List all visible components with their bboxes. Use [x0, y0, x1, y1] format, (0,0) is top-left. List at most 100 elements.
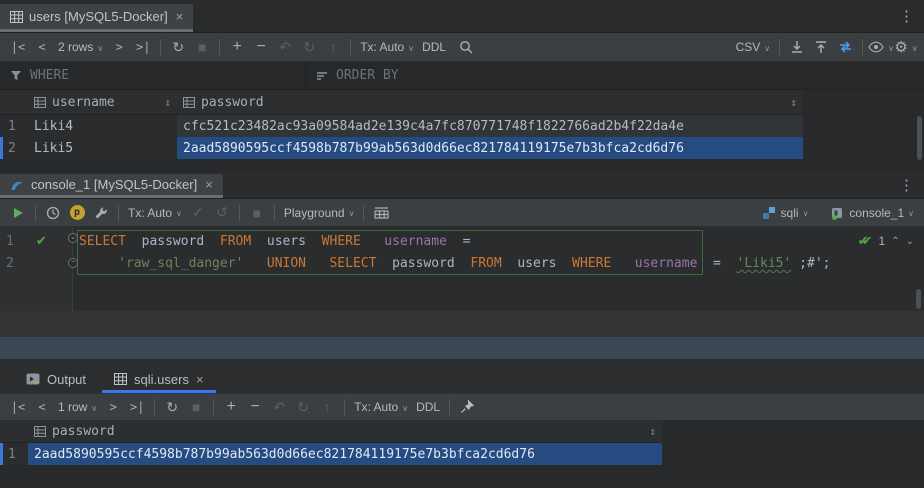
prev-page-button[interactable]: < [30, 36, 54, 58]
grid-filter-row: WHERE ORDER BY [0, 62, 924, 90]
submit-icon: ↑ [315, 396, 339, 418]
schema-selector-dropdown[interactable]: sqli [758, 206, 813, 220]
cell-username[interactable]: Liki4 [28, 115, 177, 137]
in-editor-results-icon[interactable] [369, 202, 393, 224]
output-icon [26, 372, 40, 386]
column-header-password[interactable]: password ↕ [28, 421, 662, 442]
fold-marker-icon[interactable]: ⌄ [68, 233, 78, 243]
tab-users-table[interactable]: users [MySQL5-Docker] × [0, 4, 193, 32]
kebab-menu-icon[interactable]: ⋮ [889, 7, 924, 25]
commit-icon: ✓ [186, 202, 210, 224]
next-problem-icon[interactable]: ⌄ [906, 236, 914, 247]
sort-toggle-icon[interactable]: ↕ [164, 96, 171, 109]
sql-column-ref: username [384, 234, 447, 249]
export-format-dropdown[interactable]: CSV [732, 40, 775, 54]
sql-space [619, 256, 627, 271]
delete-row-button[interactable]: − [249, 36, 273, 58]
close-icon[interactable]: × [196, 372, 204, 387]
prev-problem-icon[interactable]: ⌃ [891, 236, 899, 247]
pin-tab-icon[interactable] [455, 396, 479, 418]
sort-toggle-icon[interactable]: ↕ [790, 96, 797, 109]
inspection-widget[interactable]: ✔✔ 1 ⌃ ⌄ [858, 233, 914, 249]
where-filter-input[interactable]: WHERE [0, 62, 306, 89]
search-icon[interactable] [454, 36, 478, 58]
cell-password-selected[interactable]: 2aad5890595ccf4598b787b99ab563d0d66ec821… [177, 137, 803, 159]
parameters-icon[interactable]: p [65, 202, 89, 224]
export-download-icon[interactable] [785, 36, 809, 58]
tab-console[interactable]: console_1 [MySQL5-Docker] × [0, 174, 223, 198]
page-size-dropdown[interactable]: 1 row [54, 400, 101, 414]
playground-mode-dropdown[interactable]: Playground [280, 206, 359, 220]
history-clock-icon[interactable] [41, 202, 65, 224]
stop-icon: ■ [190, 36, 214, 58]
sql-trailing: ;#'; [799, 256, 830, 271]
first-page-button[interactable]: |< [6, 36, 30, 58]
ddl-button[interactable]: DDL [412, 400, 444, 414]
delete-row-button[interactable]: − [243, 396, 267, 418]
last-page-button[interactable]: >| [125, 396, 149, 418]
grid-header: password ↕ [0, 421, 662, 443]
inspections-ok-icon: ✔✔ [858, 233, 873, 249]
sql-keyword: SELECT [79, 234, 126, 249]
table-grid-icon [114, 373, 127, 385]
vertical-scrollbar[interactable] [917, 116, 922, 160]
first-page-button[interactable]: |< [6, 396, 30, 418]
import-upload-icon[interactable] [809, 36, 833, 58]
close-icon[interactable]: × [205, 177, 213, 192]
header-gutter [0, 90, 28, 114]
code-line-2[interactable]: 'raw_sql_danger' UNION SELECT password F… [79, 253, 830, 275]
sql-space [251, 256, 259, 271]
table-row[interactable]: 1 Liki4 cfc521c23482ac93a09584ad2e139c4a… [0, 115, 924, 137]
editor-scrollbar[interactable] [916, 289, 921, 309]
column-header-username[interactable]: username ↕ [28, 90, 177, 114]
kebab-menu-icon[interactable]: ⋮ [889, 176, 924, 194]
tx-mode-dropdown[interactable]: Tx: Auto [350, 400, 412, 414]
column-header-password[interactable]: password ↕ [177, 90, 803, 114]
tab-output[interactable]: Output [14, 365, 98, 393]
table-row[interactable]: 2 Liki5 2aad5890595ccf4598b787b99ab563d0… [0, 137, 924, 159]
cell-username[interactable]: Liki5 [28, 137, 177, 159]
session-selector-dropdown[interactable]: console_1 [826, 206, 918, 220]
cell-password-selected[interactable]: 2aad5890595ccf4598b787b99ab563d0d66ec821… [28, 443, 662, 465]
add-row-button[interactable]: + [219, 396, 243, 418]
column-icon [34, 97, 46, 108]
next-page-button[interactable]: > [107, 36, 131, 58]
fold-marker-icon[interactable]: − [68, 258, 78, 268]
sql-identifier: password [384, 256, 462, 271]
top-editor-tabbar: users [MySQL5-Docker] × ⋮ [0, 0, 924, 33]
table-row[interactable]: 1 2aad5890595ccf4598b787b99ab563d0d66ec8… [0, 443, 662, 465]
compare-sync-icon[interactable] [833, 36, 857, 58]
cell-password[interactable]: cfc521c23482ac93a09584ad2e139c4a7fc87077… [177, 115, 803, 137]
grid-header: username ↕ password ↕ [0, 90, 803, 115]
close-icon[interactable]: × [176, 9, 184, 24]
order-by-filter-input[interactable]: ORDER BY [306, 62, 409, 89]
sql-operator: = [705, 256, 728, 271]
reload-icon[interactable]: ↻ [160, 396, 184, 418]
sql-keyword: SELECT [329, 256, 376, 271]
order-by-placeholder: ORDER BY [336, 68, 399, 83]
wrench-settings-icon[interactable] [89, 202, 113, 224]
tx-mode-dropdown[interactable]: Tx: Auto [356, 40, 418, 54]
line-number: 1 [6, 231, 26, 253]
view-options-eye-icon[interactable] [868, 36, 894, 58]
tx-mode-dropdown[interactable]: Tx: Auto [124, 206, 186, 220]
run-icon[interactable] [6, 202, 30, 224]
sql-editor[interactable]: 1 2 ✔ ⌄ − SELECT password FROM users WHE… [0, 227, 924, 311]
separator [219, 39, 220, 55]
sql-identifier: password [134, 234, 212, 249]
reload-icon[interactable]: ↻ [166, 36, 190, 58]
ddl-button[interactable]: DDL [418, 40, 450, 54]
settings-gear-icon[interactable]: ⚙ [894, 36, 918, 58]
page-size-dropdown[interactable]: 2 rows [54, 40, 107, 54]
sql-identifier: users [510, 256, 565, 271]
users-data-grid: username ↕ password ↕ 1 Liki4 cfc521c234… [0, 90, 924, 172]
last-page-button[interactable]: >| [131, 36, 155, 58]
tab-result-sqli-users[interactable]: sqli.users × [102, 365, 216, 393]
sql-space [369, 234, 377, 249]
sort-toggle-icon[interactable]: ↕ [649, 425, 656, 438]
add-row-button[interactable]: + [225, 36, 249, 58]
prev-page-button[interactable]: < [30, 396, 54, 418]
next-page-button[interactable]: > [101, 396, 125, 418]
code-line-1[interactable]: SELECT password FROM users WHERE usernam… [79, 231, 470, 253]
separator [118, 205, 119, 221]
